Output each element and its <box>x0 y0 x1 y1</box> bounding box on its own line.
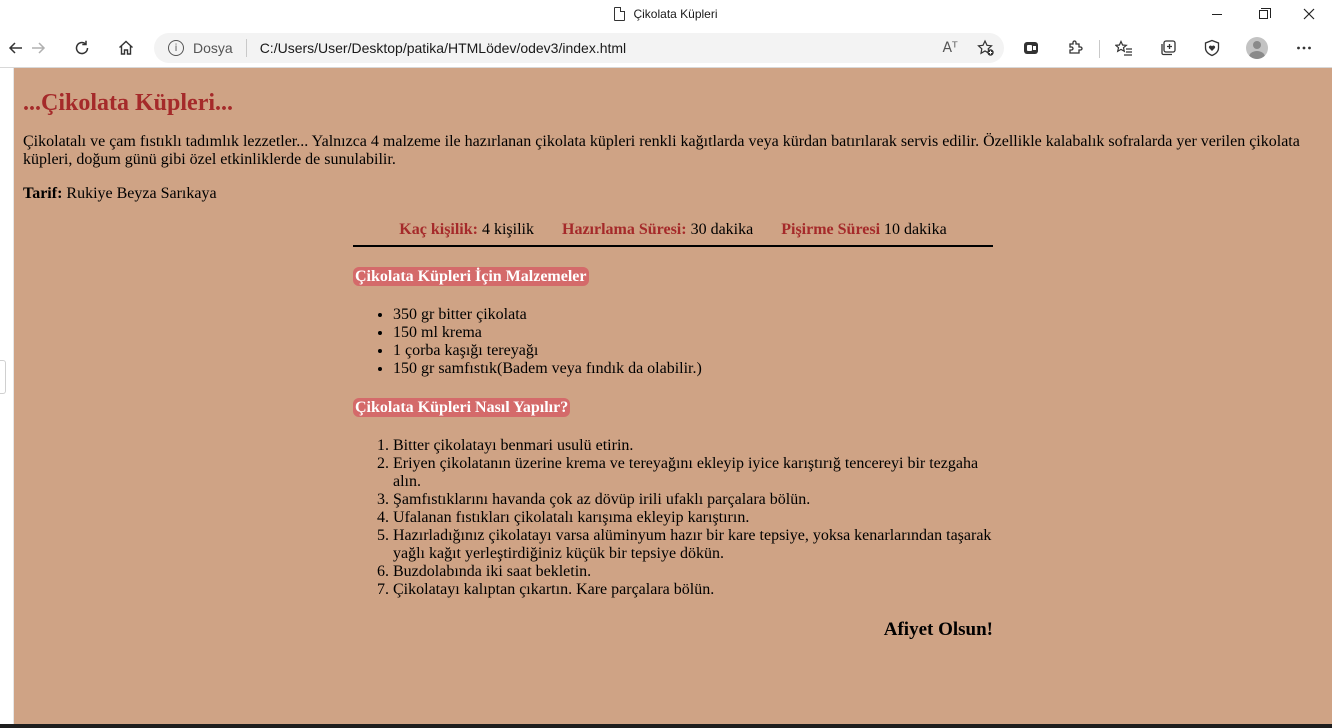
prep-time-value: 30 dakika <box>686 221 754 238</box>
address-actions: Aᵀ <box>932 33 1004 63</box>
sidebar-edge <box>0 68 14 728</box>
refresh-icon <box>75 40 89 55</box>
address-bar[interactable]: i Dosya C:/Users/User/Desktop/patika/HTM… <box>154 33 1004 63</box>
settings-menu-button[interactable] <box>1288 32 1320 64</box>
home-icon <box>119 40 133 55</box>
window-title-text: Çikolata Küpleri <box>633 7 718 21</box>
restore-button[interactable] <box>1240 0 1286 28</box>
page-icon <box>614 7 626 21</box>
steps-list: Bitter çikolatayı benmari usulü etirin. … <box>353 437 993 599</box>
recipe-content: Kaç kişilik: 4 kişilik Hazırlama Süresi:… <box>353 215 993 641</box>
window-title: Çikolata Küpleri <box>0 0 1332 28</box>
shield-heart-icon <box>1204 39 1220 57</box>
favorites-button[interactable] <box>1108 32 1140 64</box>
ingredient-item: 350 gr bitter çikolata <box>393 306 993 324</box>
ingredient-item: 150 gr samfıstık(Badem veya fındık da ol… <box>393 360 993 378</box>
step-item: Bitter çikolatayı benmari usulü etirin. <box>393 437 993 455</box>
web-page: ...Çikolata Küpleri... Çikolatalı ve çam… <box>14 68 1332 724</box>
servings-value: 4 kişilik <box>477 221 534 238</box>
step-item: Eriyen çikolatanın üzerine krema ve tere… <box>393 455 993 491</box>
prep-time-info: Hazırlama Süresi: 30 dakika <box>562 215 753 245</box>
collections-icon <box>1161 40 1176 56</box>
browser-essentials-button[interactable] <box>1196 32 1228 64</box>
title-bar: Çikolata Küpleri <box>0 0 1332 28</box>
home-button[interactable] <box>110 32 142 64</box>
extensions-button[interactable] <box>1059 32 1091 64</box>
minimize-icon <box>1212 13 1222 15</box>
step-item: Hazırladığınız çikolatayı varsa alüminyu… <box>393 527 993 563</box>
extension-app-icon <box>1024 42 1038 54</box>
browser-toolbar: i Dosya C:/Users/User/Desktop/patika/HTM… <box>0 28 1332 68</box>
info-icon[interactable]: i <box>168 40 184 56</box>
more-options-icon <box>1297 46 1311 50</box>
page-title: ...Çikolata Küpleri... <box>23 90 234 116</box>
puzzle-icon <box>1069 40 1083 54</box>
author-line: Tarif: Rukiye Beyza Sarıkaya <box>23 185 1314 203</box>
address-scheme-label: Dosya <box>193 40 233 56</box>
favorites-list-icon <box>1115 40 1132 56</box>
ingredients-heading: Çikolata Küpleri İçin Malzemeler <box>353 267 589 286</box>
forward-arrow-icon <box>32 42 46 54</box>
step-item: Buzdolabında iki saat bekletin. <box>393 563 993 581</box>
url-text[interactable]: C:/Users/User/Desktop/patika/HTMLödev/od… <box>260 40 626 56</box>
extension-button-1[interactable] <box>1015 32 1047 64</box>
ingredients-list: 350 gr bitter çikolata 150 ml krema 1 ço… <box>353 306 993 378</box>
page-viewport: ...Çikolata Küpleri... Çikolatalı ve çam… <box>0 68 1332 728</box>
cook-time-label: Pişirme Süresi <box>781 221 881 238</box>
close-button[interactable] <box>1286 0 1332 28</box>
servings-info: Kaç kişilik: 4 kişilik <box>399 215 534 245</box>
read-aloud-button[interactable]: Aᵀ <box>932 33 968 63</box>
ingredient-item: 150 ml krema <box>393 324 993 342</box>
step-item: Şamfıstıklarını havanda çok az dövüp iri… <box>393 491 993 509</box>
ingredient-item: 1 çorba kaşığı tereyağı <box>393 342 993 360</box>
author-name: Rukiye Beyza Sarıkaya <box>62 185 217 202</box>
forward-button[interactable] <box>22 32 54 64</box>
intro-paragraph: Çikolatalı ve çam fıstıklı tadımlık lezz… <box>23 133 1300 168</box>
refresh-button[interactable] <box>66 32 98 64</box>
address-divider <box>245 39 247 57</box>
steps-heading: Çikolata Küpleri Nasıl Yapılır? <box>353 398 571 417</box>
prep-time-label: Hazırlama Süresi: <box>562 221 687 238</box>
collections-button[interactable] <box>1152 32 1184 64</box>
author-label: Tarif: <box>23 185 63 202</box>
toolbar-divider <box>1099 40 1100 58</box>
recipe-info-row: Kaç kişilik: 4 kişilik Hazırlama Süresi:… <box>353 215 993 247</box>
cook-time-info: Pişirme Süresi 10 dakika <box>781 215 946 245</box>
profile-avatar[interactable] <box>1246 37 1268 59</box>
read-aloud-icon: Aᵀ <box>942 40 958 56</box>
step-item: Çikolatayı kalıptan çıkartın. Kare parça… <box>393 581 993 599</box>
sidebar-handle[interactable] <box>0 360 6 394</box>
servings-label: Kaç kişilik: <box>399 221 478 238</box>
cook-time-value: 10 dakika <box>880 221 947 238</box>
add-favorite-button[interactable] <box>968 33 1004 63</box>
close-icon <box>1303 8 1315 20</box>
taskbar-edge <box>0 724 1332 728</box>
minimize-button[interactable] <box>1194 0 1240 28</box>
step-item: Ufalanan fıstıkları çikolatalı karışıma … <box>393 509 993 527</box>
restore-icon <box>1258 7 1271 19</box>
closing-text: Afiyet Olsun! <box>883 619 993 640</box>
star-add-icon <box>977 39 994 56</box>
